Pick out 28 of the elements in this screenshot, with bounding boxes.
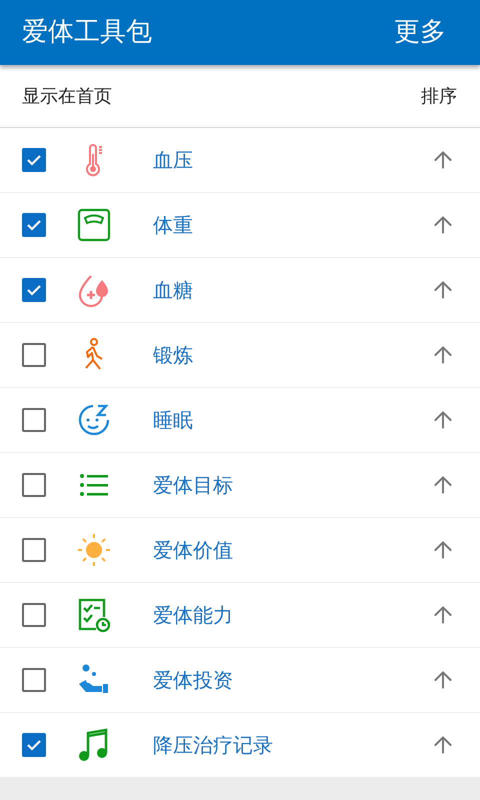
item-label: 爱体能力 (153, 602, 234, 629)
checkbox[interactable] (22, 408, 46, 432)
item-label: 爱体目标 (153, 472, 234, 499)
app-title: 爱体工具包 (22, 16, 152, 49)
checkbox[interactable] (22, 668, 46, 692)
item-label: 降压治疗记录 (153, 732, 274, 759)
item-label: 爱体投资 (153, 667, 234, 694)
checkbox[interactable] (22, 603, 46, 627)
item-label: 锻炼 (153, 342, 194, 369)
scale-icon (76, 207, 112, 243)
sleeping-face-icon (76, 402, 112, 438)
list-header-label: 显示在首页 (22, 84, 112, 108)
checkbox[interactable] (22, 343, 46, 367)
checkbox[interactable] (22, 473, 46, 497)
item-label: 睡眠 (153, 407, 194, 434)
more-button[interactable]: 更多 (394, 13, 458, 52)
checklist-clock-icon (76, 597, 112, 633)
checkbox[interactable] (22, 538, 46, 562)
checkbox[interactable] (22, 733, 46, 757)
item-label: 血糖 (153, 277, 194, 304)
checkbox[interactable] (22, 213, 46, 237)
item-label: 体重 (153, 212, 194, 239)
checkbox[interactable] (22, 148, 46, 172)
checkbox[interactable] (22, 278, 46, 302)
sort-label: 排序 (421, 84, 458, 108)
item-label: 血压 (153, 147, 194, 174)
sun-icon (76, 532, 112, 568)
item-label: 爱体价值 (153, 537, 234, 564)
